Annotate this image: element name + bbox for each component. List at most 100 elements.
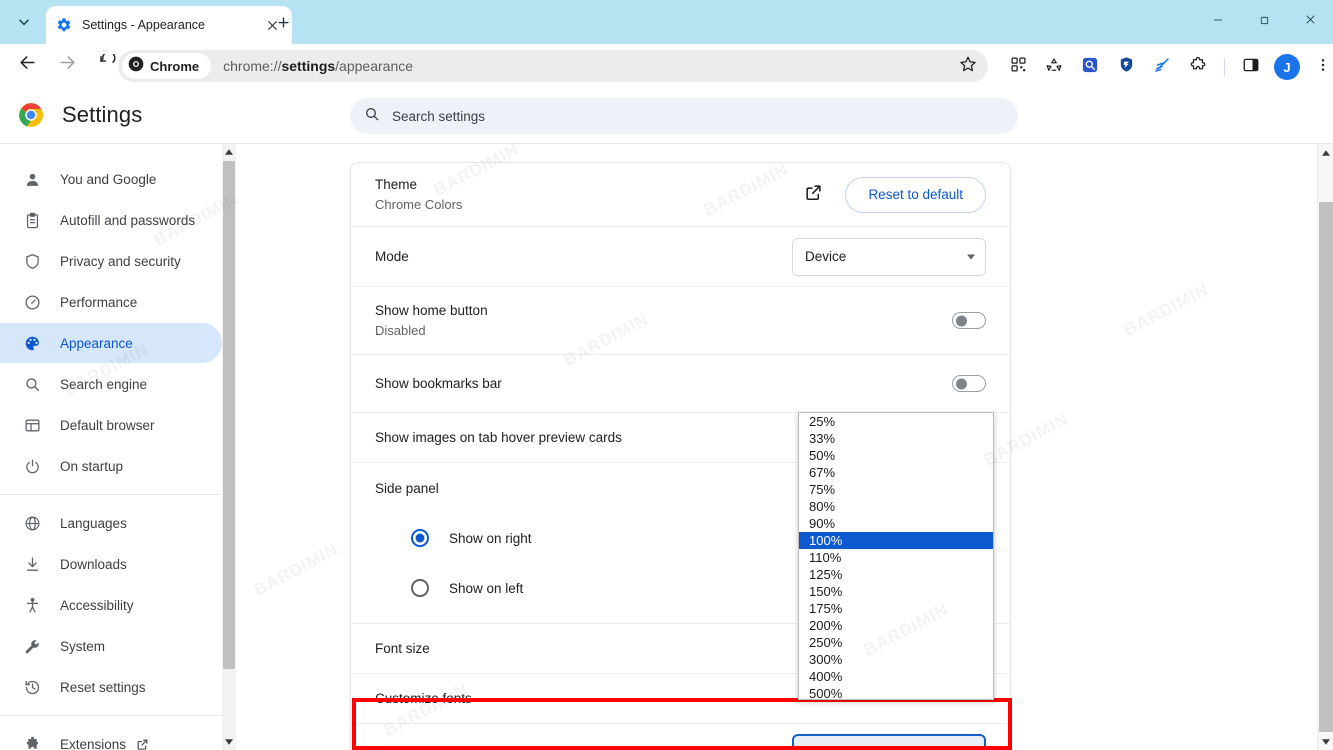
extensions-puzzle-icon bbox=[1189, 56, 1207, 79]
zoom-option-125[interactable]: 125% bbox=[799, 566, 993, 583]
zoom-option-90[interactable]: 90% bbox=[799, 515, 993, 532]
row-mode: Mode Device bbox=[351, 227, 1010, 287]
sidebar-item-reset-settings[interactable]: Reset settings bbox=[0, 667, 222, 707]
reset-to-default-button[interactable]: Reset to default bbox=[845, 177, 986, 213]
accessibility-icon bbox=[22, 595, 42, 615]
page-zoom-select[interactable]: 100% bbox=[792, 734, 986, 750]
sidebar-item-system[interactable]: System bbox=[0, 626, 222, 666]
extensions-puzzle-icon-button[interactable] bbox=[1183, 52, 1213, 82]
search-input[interactable]: Search settings bbox=[350, 98, 1018, 134]
sidebar-item-you-and-google[interactable]: You and Google bbox=[0, 159, 222, 199]
theme-labels: Theme Chrome Colors bbox=[375, 177, 801, 212]
caret-down-icon[interactable] bbox=[1318, 733, 1333, 750]
wrench-icon bbox=[22, 636, 42, 656]
sidebar-item-label: Default browser bbox=[60, 418, 155, 433]
sidebar-item-privacy-and-security[interactable]: Privacy and security bbox=[0, 241, 222, 281]
zoom-option-300[interactable]: 300% bbox=[799, 651, 993, 668]
sidebar-divider bbox=[0, 494, 222, 495]
caret-up-icon[interactable] bbox=[222, 144, 236, 160]
sidebar-item-downloads[interactable]: Downloads bbox=[0, 544, 222, 584]
sidebar-item-autofill-and-passwords[interactable]: Autofill and passwords bbox=[0, 200, 222, 240]
highlighter-icon-button[interactable] bbox=[1147, 52, 1177, 82]
window-minimize-button[interactable] bbox=[1195, 0, 1241, 44]
page-zoom-labels: Page zoom bbox=[375, 746, 792, 750]
sidebar-item-appearance[interactable]: Appearance bbox=[0, 323, 222, 363]
window-maximize-button[interactable] bbox=[1241, 0, 1287, 44]
caret-up-icon[interactable] bbox=[1318, 144, 1333, 161]
zoom-option-80[interactable]: 80% bbox=[799, 498, 993, 515]
page-scrollbar-thumb[interactable] bbox=[1319, 202, 1333, 732]
globe-icon bbox=[22, 513, 42, 533]
recycle-icon bbox=[1045, 56, 1063, 79]
sidebar-item-on-startup[interactable]: On startup bbox=[0, 446, 222, 486]
sidebar-item-extensions[interactable]: Extensions bbox=[0, 724, 222, 750]
recycle-icon-button[interactable] bbox=[1039, 52, 1069, 82]
sidebar-item-label: Appearance bbox=[60, 336, 133, 351]
arrow-left-icon bbox=[18, 53, 37, 77]
sidebar-scrollbar-thumb[interactable] bbox=[223, 161, 235, 669]
profile-avatar-button[interactable]: J bbox=[1272, 52, 1302, 82]
settings-content: Theme Chrome Colors Reset to default Mod… bbox=[236, 144, 1319, 750]
window-close-button[interactable] bbox=[1287, 0, 1333, 44]
page-scrollbar[interactable] bbox=[1317, 144, 1333, 750]
maximize-icon bbox=[1259, 13, 1270, 31]
sidebar-item-performance[interactable]: Performance bbox=[0, 282, 222, 322]
settings-sidebar[interactable]: You and Google Autofill and passwords Pr… bbox=[0, 144, 222, 750]
theme-actions: Reset to default bbox=[801, 177, 986, 213]
bookmark-star-button[interactable] bbox=[952, 50, 984, 82]
sidebar-item-label: System bbox=[60, 639, 105, 654]
browser-menu-button[interactable] bbox=[1308, 52, 1333, 82]
radio-show-on-right[interactable] bbox=[411, 529, 429, 547]
puzzle-icon bbox=[22, 734, 42, 750]
zoom-option-200[interactable]: 200% bbox=[799, 617, 993, 634]
speedometer-icon bbox=[22, 292, 42, 312]
zoom-option-25[interactable]: 25% bbox=[799, 413, 993, 430]
gear-icon bbox=[56, 17, 72, 33]
zoom-option-250[interactable]: 250% bbox=[799, 634, 993, 651]
sidebar-item-label: You and Google bbox=[60, 172, 156, 187]
radio-label: Show on left bbox=[449, 581, 523, 596]
sidebar-item-accessibility[interactable]: Accessibility bbox=[0, 585, 222, 625]
tab-search-button[interactable] bbox=[6, 4, 42, 40]
arrow-right-icon bbox=[58, 53, 77, 77]
home-button-subtitle: Disabled bbox=[375, 323, 952, 338]
zoom-option-110[interactable]: 110% bbox=[799, 549, 993, 566]
back-button[interactable] bbox=[10, 48, 44, 82]
zoom-option-33[interactable]: 33% bbox=[799, 430, 993, 447]
radio-show-on-left[interactable] bbox=[411, 579, 429, 597]
caret-down-icon[interactable] bbox=[222, 734, 236, 750]
external-link-icon bbox=[136, 738, 149, 750]
qr-code-icon-button[interactable] bbox=[1003, 52, 1033, 82]
reload-icon bbox=[98, 54, 116, 77]
zoom-option-50[interactable]: 50% bbox=[799, 447, 993, 464]
url-path: /appearance bbox=[335, 58, 413, 74]
forward-button[interactable] bbox=[50, 48, 84, 82]
sidebar-item-search-engine[interactable]: Search engine bbox=[0, 364, 222, 404]
browser-tab[interactable]: Settings - Appearance bbox=[46, 6, 292, 44]
avatar: J bbox=[1274, 54, 1300, 80]
home-button-toggle[interactable] bbox=[952, 312, 986, 329]
zoom-option-67[interactable]: 67% bbox=[799, 464, 993, 481]
sidebar-item-languages[interactable]: Languages bbox=[0, 503, 222, 543]
zoom-option-500[interactable]: 500% bbox=[799, 685, 993, 700]
address-bar[interactable]: Chrome chrome://settings/appearance bbox=[118, 50, 988, 82]
side-panel-icon-button[interactable] bbox=[1236, 52, 1266, 82]
radio-label: Show on right bbox=[449, 531, 532, 546]
zoom-option-150[interactable]: 150% bbox=[799, 583, 993, 600]
home-button-title: Show home button bbox=[375, 303, 952, 318]
sidebar-item-default-browser[interactable]: Default browser bbox=[0, 405, 222, 445]
zoom-option-75[interactable]: 75% bbox=[799, 481, 993, 498]
zoom-option-400[interactable]: 400% bbox=[799, 668, 993, 685]
bookmarks-bar-toggle[interactable] bbox=[952, 375, 986, 392]
theme-open-external-button[interactable] bbox=[801, 183, 825, 207]
search-extension-icon-button[interactable] bbox=[1075, 52, 1105, 82]
zoom-option-175[interactable]: 175% bbox=[799, 600, 993, 617]
address-bar-url: chrome://settings/appearance bbox=[223, 58, 413, 74]
page-zoom-dropdown-list[interactable]: 25%33%50%67%75%80%90%100%110%125%150%175… bbox=[798, 412, 994, 700]
chrome-origin-chip[interactable]: Chrome bbox=[122, 53, 211, 79]
shield-badge-icon-button[interactable] bbox=[1111, 52, 1141, 82]
mode-select[interactable]: Device bbox=[792, 238, 986, 276]
zoom-option-100[interactable]: 100% bbox=[799, 532, 993, 549]
new-tab-button[interactable] bbox=[268, 10, 298, 40]
sidebar-scrollbar[interactable] bbox=[222, 144, 236, 750]
